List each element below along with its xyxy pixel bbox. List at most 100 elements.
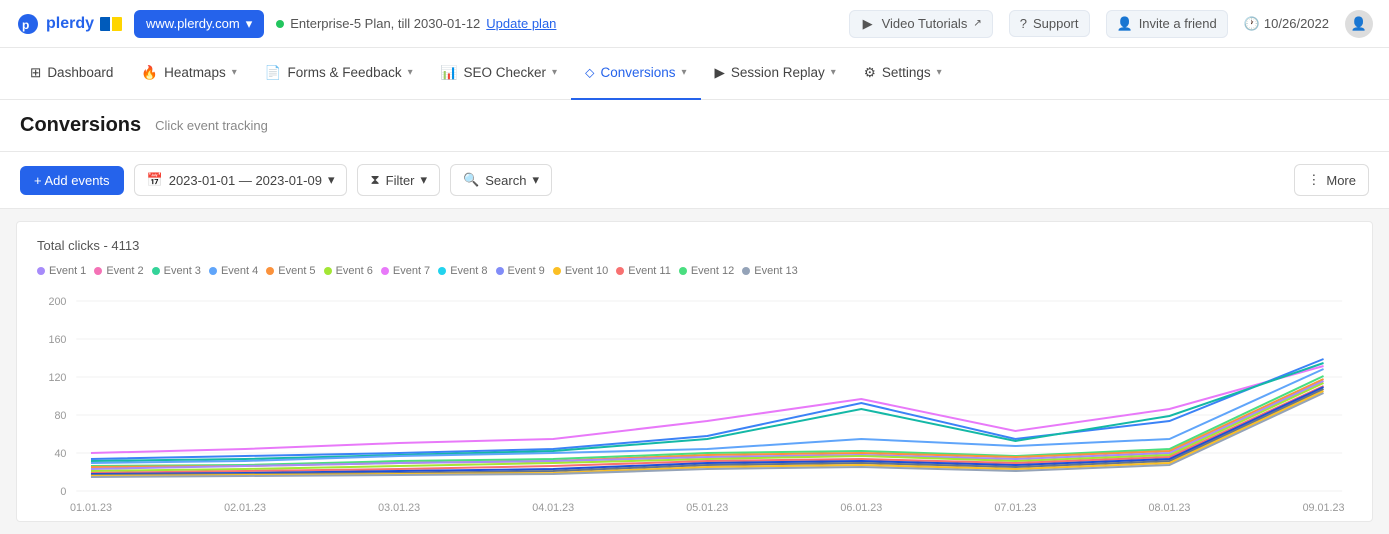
plan-status-dot — [276, 20, 284, 28]
svg-text:02.01.23: 02.01.23 — [224, 502, 266, 514]
more-button[interactable]: ⋮ More — [1294, 164, 1369, 196]
page-subtitle: Click event tracking — [155, 118, 268, 133]
settings-chevron: ▾ — [937, 67, 942, 78]
svg-text:09.01.23: 09.01.23 — [1303, 502, 1345, 514]
conversions-chevron: ▾ — [682, 67, 687, 78]
nav-item-seo-checker[interactable]: 📊 SEO Checker ▾ — [427, 48, 571, 100]
dashboard-icon: ⊞ — [30, 65, 41, 81]
site-selector-label: www.plerdy.com — [146, 16, 240, 31]
svg-text:p: p — [22, 18, 29, 32]
search-label: Search — [485, 173, 526, 188]
filter-chevron: ▾ — [421, 172, 428, 188]
logo-ua-flag — [100, 17, 122, 31]
update-plan-link[interactable]: Update plan — [486, 16, 556, 31]
session-replay-icon: ▶ — [715, 65, 725, 81]
heatmaps-icon: 🔥 — [141, 65, 158, 81]
video-tutorials-label: Video Tutorials — [882, 16, 968, 31]
topbar-left: p plerdy www.plerdy.com ▾ Enterprise-5 P… — [16, 10, 556, 38]
svg-text:01.01.23: 01.01.23 — [70, 502, 112, 514]
date-display: 🕐 10/26/2022 — [1244, 16, 1329, 32]
forms-icon: 📄 — [265, 65, 282, 81]
chart-container: Total clicks - 4113 Event 1Event 2Event … — [16, 221, 1373, 522]
more-label: More — [1326, 173, 1356, 188]
nav-item-heatmaps[interactable]: 🔥 Heatmaps ▾ — [127, 48, 250, 100]
date-range-chevron: ▾ — [328, 172, 335, 188]
session-replay-chevron: ▾ — [831, 67, 836, 78]
filter-button[interactable]: ⧗ Filter ▾ — [357, 164, 440, 196]
user-avatar[interactable]: 👤 — [1345, 10, 1373, 38]
seo-chevron: ▾ — [552, 67, 557, 78]
support-label: Support — [1033, 16, 1079, 31]
chart-area: 200 160 120 80 40 0 01.01.23 02.01.23 03… — [37, 291, 1352, 521]
invite-friend-button[interactable]: 👤 Invite a friend — [1106, 10, 1228, 38]
video-tutorials-button[interactable]: ▶ Video Tutorials ↗ — [849, 10, 993, 38]
nav-settings-label: Settings — [882, 65, 931, 80]
legend-item: Event 1 — [37, 261, 86, 281]
chart-legend: Event 1 Event 2 Event 3 Event 4 Event 5 Event… — [37, 261, 1352, 281]
site-selector[interactable]: www.plerdy.com ▾ — [134, 10, 264, 38]
nav-item-settings[interactable]: ⚙ Settings ▾ — [850, 48, 956, 100]
legend-item: Event 10 — [553, 261, 608, 281]
calendar-icon: 📅 — [147, 172, 163, 188]
support-button[interactable]: ? Support — [1009, 10, 1090, 37]
heatmaps-chevron: ▾ — [232, 67, 237, 78]
chart-total-clicks: Total clicks - 4113 — [37, 238, 1352, 253]
legend-item: Event 4 — [209, 261, 258, 281]
legend-item: Event 3 — [152, 261, 201, 281]
plan-text: Enterprise-5 Plan, till 2030-01-12 — [290, 16, 480, 31]
page-title: Conversions — [20, 114, 141, 137]
topbar: p plerdy www.plerdy.com ▾ Enterprise-5 P… — [0, 0, 1389, 48]
search-button[interactable]: 🔍 Search ▾ — [450, 164, 552, 196]
svg-text:03.01.23: 03.01.23 — [378, 502, 420, 514]
svg-text:0: 0 — [60, 486, 66, 498]
nav-session-replay-label: Session Replay — [731, 65, 825, 80]
nav-item-conversions[interactable]: ⬦ Conversions ▾ — [571, 48, 701, 100]
legend-item: Event 5 — [266, 261, 315, 281]
video-icon: ▶ — [860, 16, 876, 32]
legend-item: Event 12 — [679, 261, 734, 281]
external-link-icon: ↗ — [973, 18, 981, 29]
invite-icon: 👤 — [1117, 16, 1133, 32]
nav-heatmaps-label: Heatmaps — [164, 65, 226, 80]
clock-icon: 🕐 — [1244, 16, 1260, 32]
forms-chevron: ▾ — [408, 67, 413, 78]
settings-icon: ⚙ — [864, 65, 876, 81]
search-icon: 🔍 — [463, 172, 479, 188]
plan-info: Enterprise-5 Plan, till 2030-01-12 Updat… — [276, 16, 556, 31]
date-value: 10/26/2022 — [1264, 16, 1329, 31]
filter-label: Filter — [386, 173, 415, 188]
nav-item-forms-feedback[interactable]: 📄 Forms & Feedback ▾ — [251, 48, 427, 100]
svg-text:160: 160 — [48, 334, 66, 346]
site-selector-chevron: ▾ — [246, 16, 253, 32]
toolbar: + Add events 📅 2023-01-01 — 2023-01-09 ▾… — [0, 152, 1389, 209]
svg-text:06.01.23: 06.01.23 — [840, 502, 882, 514]
legend-item: Event 6 — [324, 261, 373, 281]
svg-text:40: 40 — [54, 448, 66, 460]
nav-item-dashboard[interactable]: ⊞ Dashboard — [16, 48, 127, 100]
topbar-right: ▶ Video Tutorials ↗ ? Support 👤 Invite a… — [849, 10, 1373, 38]
svg-text:08.01.23: 08.01.23 — [1148, 502, 1190, 514]
legend-item: Event 11 — [616, 261, 671, 281]
filter-icon: ⧗ — [370, 172, 379, 188]
legend-item: Event 9 — [496, 261, 545, 281]
nav-forms-label: Forms & Feedback — [288, 65, 402, 80]
svg-text:04.01.23: 04.01.23 — [532, 502, 574, 514]
legend-item: Event 2 — [94, 261, 143, 281]
svg-text:05.01.23: 05.01.23 — [686, 502, 728, 514]
page-header: Conversions Click event tracking — [0, 100, 1389, 152]
nav-conversions-label: Conversions — [600, 65, 675, 80]
seo-icon: 📊 — [441, 65, 458, 81]
search-chevron: ▾ — [532, 172, 539, 188]
add-events-button[interactable]: + Add events — [20, 166, 124, 195]
svg-text:120: 120 — [48, 372, 66, 384]
nav-item-session-replay[interactable]: ▶ Session Replay ▾ — [701, 48, 850, 100]
logo-text: plerdy — [46, 15, 94, 33]
legend-item: Event 7 — [381, 261, 430, 281]
date-range-picker[interactable]: 📅 2023-01-01 — 2023-01-09 ▾ — [134, 164, 348, 196]
legend-item: Event 8 — [438, 261, 487, 281]
chart-svg: 200 160 120 80 40 0 01.01.23 02.01.23 03… — [37, 291, 1352, 521]
support-icon: ? — [1020, 16, 1027, 31]
invite-label: Invite a friend — [1139, 16, 1217, 31]
logo: p plerdy — [16, 12, 122, 36]
date-range-value: 2023-01-01 — 2023-01-09 — [169, 173, 322, 188]
